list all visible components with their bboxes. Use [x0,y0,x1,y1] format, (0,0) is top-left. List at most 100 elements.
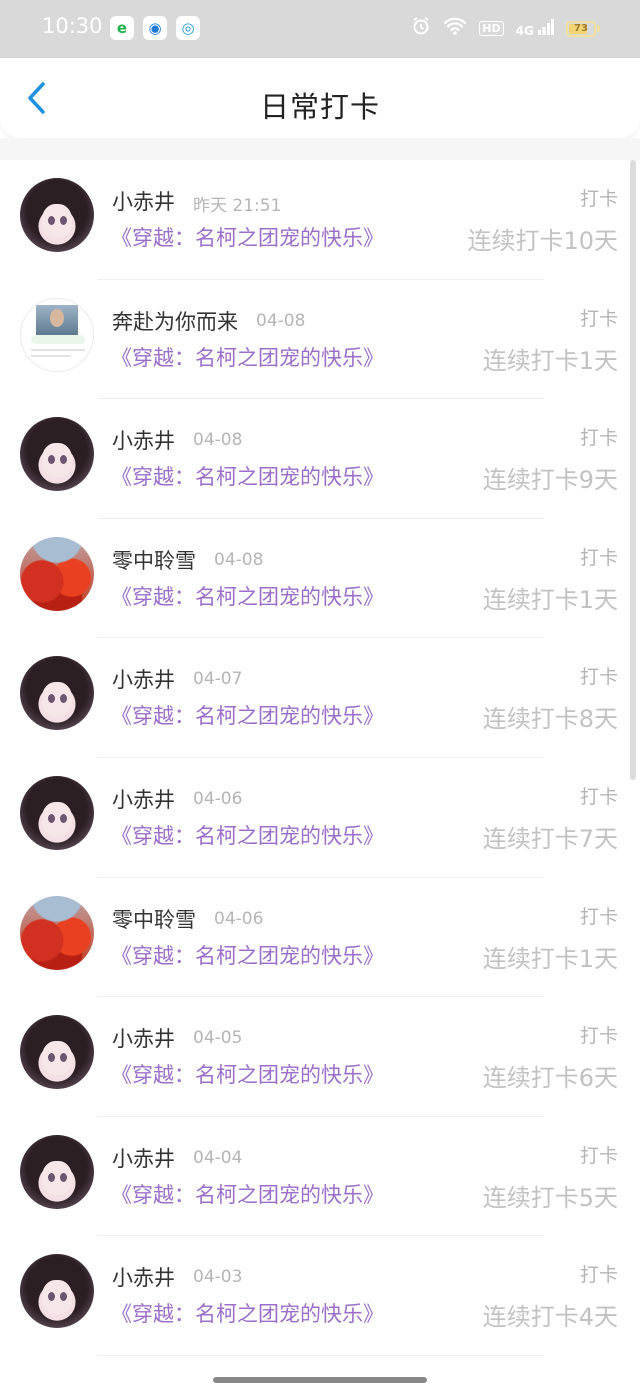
checkin-label: 打卡 [579,307,618,330]
checkin-list-item[interactable]: 小赤井 昨天 21:51 《穿越：名柯之团宠的快乐》 打卡 连续打卡10天 [0,160,640,280]
home-indicator[interactable] [213,1377,427,1383]
streak-count: 连续打卡1天 [482,346,618,375]
post-time: 04-06 [193,788,243,809]
post-time: 04-05 [193,1028,243,1049]
notification-app-icons: e ◉ ◎ [110,16,200,40]
checkin-label: 打卡 [579,785,618,808]
post-time: 04-06 [214,908,264,929]
streak-count: 连续打卡6天 [482,1064,618,1093]
avatar-face [42,801,72,836]
divider [98,1354,544,1356]
user-name[interactable]: 零中聆雪 [112,904,196,934]
avatar-photo-line [31,348,85,351]
avatar-face [42,1280,72,1315]
checkin-label: 打卡 [579,546,618,569]
avatar-face [42,204,72,238]
book-title-link[interactable]: 《穿越：名柯之团宠的快乐》 [111,581,384,611]
book-title-link[interactable]: 《穿越：名柯之团宠的快乐》 [111,820,384,850]
checkin-list-item[interactable]: 小赤井 04-03 《穿越：名柯之团宠的快乐》 打卡 连续打卡4天 [0,1236,640,1356]
nav-bar: 日常打卡 [0,58,640,138]
signal-icon: 4G [516,19,554,38]
user-name[interactable]: 奔赴为你而来 [112,306,238,336]
post-time: 昨天 21:51 [193,196,282,216]
checkin-label: 打卡 [579,1144,618,1167]
streak-count: 连续打卡1天 [482,944,618,973]
battery-icon: 73 [566,20,600,37]
post-time: 04-08 [256,310,306,331]
book-title-link[interactable]: 《穿越：名柯之团宠的快乐》 [111,1059,384,1089]
post-time: 04-03 [193,1267,243,1288]
circle-app-icon: ◉ [143,16,167,40]
page-title: 日常打卡 [259,90,380,124]
streak-count: 连续打卡7天 [482,824,618,853]
avatar-eye [60,813,67,823]
edge-browser-icon: e [110,16,134,40]
checkin-label: 打卡 [579,1264,618,1287]
avatar-face [42,682,72,717]
checkin-label: 打卡 [579,1025,618,1048]
checkin-label: 打卡 [579,905,618,928]
avatar-anime[interactable] [20,1134,94,1209]
avatar-anime[interactable] [20,178,94,252]
avatar-flower[interactable] [20,895,94,970]
book-title-link[interactable]: 《穿越：名柯之团宠的快乐》 [111,700,384,730]
checkin-list-item[interactable]: 小赤井 04-05 《穿越：名柯之团宠的快乐》 打卡 连续打卡6天 [0,997,640,1117]
post-time: 04-07 [193,669,243,690]
avatar-eye [48,1172,55,1182]
book-title-link[interactable]: 《穿越：名柯之团宠的快乐》 [111,1298,384,1328]
avatar-photo[interactable] [20,297,94,372]
book-title-link[interactable]: 《穿越：名柯之团宠的快乐》 [111,1179,384,1209]
user-name[interactable]: 小赤井 [112,1023,175,1053]
checkin-list-item[interactable]: 小赤井 04-06 《穿越：名柯之团宠的快乐》 打卡 连续打卡7天 [0,758,640,878]
book-title-link[interactable]: 《穿越：名柯之团宠的快乐》 [111,342,384,372]
avatar-anime[interactable] [20,417,94,492]
avatar-eye [48,216,55,225]
user-name[interactable]: 小赤井 [112,1262,175,1292]
checkin-label: 打卡 [579,427,618,450]
avatar-face [42,1041,72,1076]
user-name[interactable]: 小赤井 [112,784,175,814]
system-icons: HD 4G 73 [411,16,600,41]
checkin-label: 打卡 [579,666,618,689]
checkin-list-item[interactable]: 零中聆雪 04-06 《穿越：名柯之团宠的快乐》 打卡 连续打卡1天 [0,878,640,998]
checkin-list-item[interactable]: 奔赴为你而来 04-08 《穿越：名柯之团宠的快乐》 打卡 连续打卡1天 [0,280,640,400]
streak-count: 连续打卡1天 [482,585,618,614]
scrollbar[interactable] [630,160,636,780]
header-spacer [0,138,640,160]
checkin-list-item[interactable]: 小赤井 04-04 《穿越：名柯之团宠的快乐》 打卡 连续打卡5天 [0,1117,640,1237]
avatar-photo-head [50,308,64,327]
user-name[interactable]: 小赤井 [112,186,175,216]
qq-browser-icon: ◎ [176,16,200,40]
book-title-link[interactable]: 《穿越：名柯之团宠的快乐》 [111,222,384,252]
status-bar: 10:30 e ◉ ◎ HD 4G 73 [0,0,640,58]
avatar-face [42,443,72,478]
wifi-icon [443,16,467,41]
streak-count: 连续打卡10天 [467,227,618,255]
post-time: 04-04 [193,1147,243,1168]
battery-level: 73 [574,23,588,34]
book-title-link[interactable]: 《穿越：名柯之团宠的快乐》 [111,940,384,970]
avatar-eye [60,216,67,225]
streak-count: 连续打卡9天 [482,466,618,495]
battery-body: 73 [566,20,596,37]
status-time: 10:30 [42,14,103,38]
avatar-anime[interactable] [20,656,94,731]
post-time: 04-08 [193,430,243,451]
book-title-link[interactable]: 《穿越：名柯之团宠的快乐》 [111,461,384,491]
checkin-list-item[interactable]: 小赤井 04-08 《穿越：名柯之团宠的快乐》 打卡 连续打卡9天 [0,399,640,519]
checkin-list-item[interactable]: 零中聆雪 04-08 《穿越：名柯之团宠的快乐》 打卡 连续打卡1天 [0,519,640,639]
hd-badge: HD [479,21,504,36]
avatar-face [42,1160,72,1195]
user-name[interactable]: 小赤井 [112,425,175,455]
avatar-anime[interactable] [20,1015,94,1090]
user-name[interactable]: 零中聆雪 [112,545,196,575]
avatar-eye [48,813,55,823]
avatar-anime[interactable] [20,1254,94,1329]
checkin-label: 打卡 [579,188,618,210]
user-name[interactable]: 小赤井 [112,664,175,694]
checkin-list-item[interactable]: 小赤井 04-07 《穿越：名柯之团宠的快乐》 打卡 连续打卡8天 [0,638,640,758]
network-type: 4G [515,24,534,38]
avatar-flower[interactable] [20,536,94,611]
avatar-anime[interactable] [20,775,94,850]
user-name[interactable]: 小赤井 [112,1143,175,1173]
